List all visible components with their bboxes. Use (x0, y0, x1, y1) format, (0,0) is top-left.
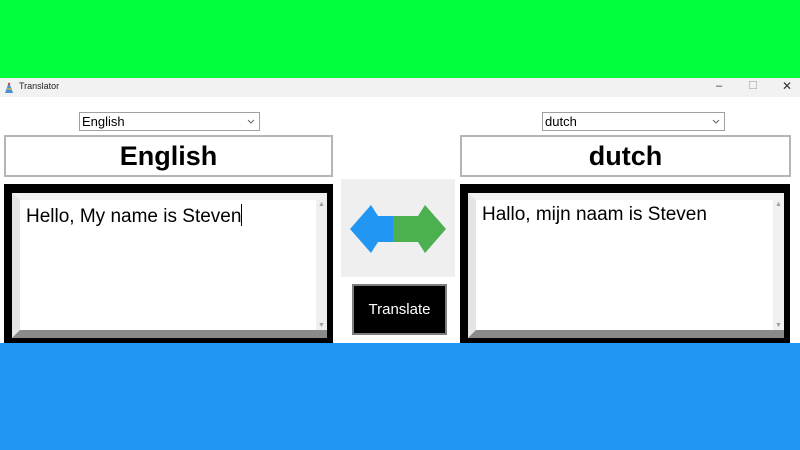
target-language-select[interactable]: dutch (542, 112, 725, 131)
minimize-button[interactable]: – (702, 78, 736, 97)
source-text: Hello, My name is Steven (26, 206, 242, 227)
text-cursor (241, 204, 243, 226)
translate-button[interactable]: Translate (352, 284, 447, 335)
swap-arrows-icon (350, 205, 446, 253)
target-language-value: dutch (545, 114, 577, 129)
translator-window: Translator – ☐ ✕ English dutch English d… (0, 78, 800, 343)
source-language-select[interactable]: English (79, 112, 260, 131)
target-text-panel: Hallo, mijn naam is Steven ▲ ▼ (460, 184, 790, 343)
top-green-band (0, 0, 800, 78)
app-icon (3, 81, 15, 94)
target-language-heading: dutch (460, 135, 791, 177)
target-text: Hallo, mijn naam is Steven (482, 204, 707, 225)
scroll-down-icon[interactable]: ▼ (316, 322, 327, 329)
scroll-up-icon[interactable]: ▲ (773, 201, 784, 208)
chevron-down-icon (247, 113, 255, 136)
scroll-up-icon[interactable]: ▲ (316, 201, 327, 208)
chevron-down-icon (712, 113, 720, 136)
bottom-blue-band (0, 343, 800, 450)
target-scrollbar[interactable]: ▲ ▼ (773, 200, 784, 330)
title-bar[interactable]: Translator – ☐ ✕ (0, 78, 800, 97)
source-scrollbar[interactable]: ▲ ▼ (316, 200, 327, 330)
window-title: Translator (19, 81, 60, 91)
source-text-panel: Hello, My name is Steven ▲ ▼ (4, 184, 333, 343)
source-language-value: English (82, 114, 125, 129)
close-button[interactable]: ✕ (770, 78, 800, 97)
scroll-down-icon[interactable]: ▼ (773, 322, 784, 329)
source-text-area[interactable]: Hello, My name is Steven ▲ ▼ (12, 193, 327, 338)
source-language-heading: English (4, 135, 333, 177)
target-text-area[interactable]: Hallo, mijn naam is Steven ▲ ▼ (468, 193, 784, 338)
maximize-button[interactable]: ☐ (736, 78, 770, 97)
swap-languages-button[interactable] (341, 179, 455, 277)
